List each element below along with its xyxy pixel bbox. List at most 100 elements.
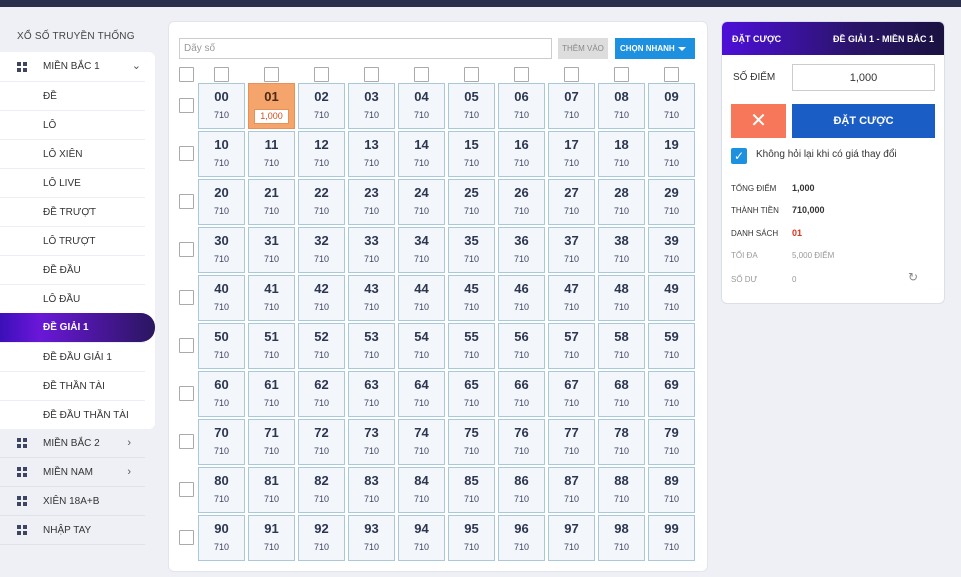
column-checkbox[interactable] [664,67,679,82]
number-cell[interactable]: 67 710 [548,371,595,417]
number-cell[interactable]: 35 710 [448,227,495,273]
sidebar-item[interactable]: LÔ [0,110,145,139]
sidebar-item[interactable]: ĐỀ ĐẦU [0,255,145,284]
number-cell[interactable]: 85 710 [448,467,495,513]
number-cell[interactable]: 03 710 [348,83,395,129]
number-cell[interactable]: 24 710 [398,179,445,225]
number-cell[interactable]: 65 710 [448,371,495,417]
number-cell[interactable]: 39 710 [648,227,695,273]
column-checkbox[interactable] [564,67,579,82]
refresh-icon[interactable]: ↻ [908,270,918,284]
cancel-button[interactable]: ✕ [731,104,786,138]
number-cell[interactable]: 96 710 [498,515,545,561]
number-cell[interactable]: 30 710 [198,227,245,273]
number-cell[interactable]: 98 710 [598,515,645,561]
sidebar-item[interactable]: LÔ LIVE [0,168,145,197]
number-cell[interactable]: 92 710 [298,515,345,561]
number-cell[interactable]: 33 710 [348,227,395,273]
number-cell[interactable]: 88 710 [598,467,645,513]
number-cell[interactable]: 23 710 [348,179,395,225]
number-cell[interactable]: 47 710 [548,275,595,321]
sidebar-item[interactable]: ĐỀ ĐẦU GIẢI 1 [0,342,145,371]
number-cell[interactable]: 27 710 [548,179,595,225]
row-checkbox[interactable] [179,98,194,113]
sidebar-category[interactable]: MIỀN BẮC 2 › [0,429,145,458]
number-cell[interactable]: 01 1,000 [248,83,295,129]
number-cell[interactable]: 26 710 [498,179,545,225]
number-cell[interactable]: 28 710 [598,179,645,225]
so-diem-input[interactable] [792,64,935,91]
number-cell[interactable]: 80 710 [198,467,245,513]
number-cell[interactable]: 95 710 [448,515,495,561]
number-cell[interactable]: 04 710 [398,83,445,129]
number-cell[interactable]: 02 710 [298,83,345,129]
number-cell[interactable]: 42 710 [298,275,345,321]
sidebar-category-mien-bac-1[interactable]: MIỀN BẮC 1 ⌄ [0,52,155,81]
number-cell[interactable]: 94 710 [398,515,445,561]
number-cell[interactable]: 10 710 [198,131,245,177]
number-cell[interactable]: 07 710 [548,83,595,129]
sidebar-item[interactable]: LÔ TRƯỢT [0,226,145,255]
number-cell[interactable]: 43 710 [348,275,395,321]
number-cell[interactable]: 16 710 [498,131,545,177]
number-cell[interactable]: 38 710 [598,227,645,273]
number-cell[interactable]: 78 710 [598,419,645,465]
number-cell[interactable]: 76 710 [498,419,545,465]
number-cell[interactable]: 57 710 [548,323,595,369]
sidebar-item[interactable]: ĐỀ ĐẦU THẦN TÀI [0,400,145,429]
number-cell[interactable]: 79 710 [648,419,695,465]
dat-cuoc-button[interactable]: ĐẶT CƯỢC [792,104,935,138]
number-cell[interactable]: 25 710 [448,179,495,225]
sidebar-category[interactable]: NHẬP TAY [0,516,145,545]
number-cell[interactable]: 09 710 [648,83,695,129]
number-cell[interactable]: 55 710 [448,323,495,369]
row-checkbox[interactable] [179,146,194,161]
sidebar-item[interactable]: ĐỀ [0,81,145,110]
row-checkbox[interactable] [179,482,194,497]
number-cell[interactable]: 18 710 [598,131,645,177]
number-cell[interactable]: 41 710 [248,275,295,321]
number-cell[interactable]: 13 710 [348,131,395,177]
number-cell[interactable]: 08 710 [598,83,645,129]
number-cell[interactable]: 05 710 [448,83,495,129]
number-cell[interactable]: 73 710 [348,419,395,465]
number-cell[interactable]: 22 710 [298,179,345,225]
number-cell[interactable]: 49 710 [648,275,695,321]
number-cell[interactable]: 93 710 [348,515,395,561]
sidebar-category[interactable]: MIỀN NAM › [0,458,145,487]
number-cell[interactable]: 72 710 [298,419,345,465]
number-cell[interactable]: 63 710 [348,371,395,417]
number-cell[interactable]: 66 710 [498,371,545,417]
column-checkbox[interactable] [364,67,379,82]
number-cell[interactable]: 52 710 [298,323,345,369]
number-cell[interactable]: 36 710 [498,227,545,273]
number-cell[interactable]: 56 710 [498,323,545,369]
number-cell[interactable]: 50 710 [198,323,245,369]
number-cell[interactable]: 58 710 [598,323,645,369]
number-cell[interactable]: 12 710 [298,131,345,177]
sidebar-item[interactable]: ĐỀ THẦN TÀI [0,371,145,400]
number-cell[interactable]: 32 710 [298,227,345,273]
number-cell[interactable]: 75 710 [448,419,495,465]
day-so-input[interactable] [179,38,552,59]
row-checkbox[interactable] [179,434,194,449]
row-checkbox[interactable] [179,242,194,257]
sidebar-item[interactable]: LÔ ĐẦU [0,284,145,313]
number-cell[interactable]: 89 710 [648,467,695,513]
number-cell[interactable]: 74 710 [398,419,445,465]
chon-nhanh-button[interactable]: CHỌN NHANH [615,38,695,59]
number-cell[interactable]: 81 710 [248,467,295,513]
number-cell[interactable]: 87 710 [548,467,595,513]
number-cell[interactable]: 71 710 [248,419,295,465]
them-vao-button[interactable]: THÊM VÀO [558,38,608,59]
number-cell[interactable]: 29 710 [648,179,695,225]
select-all-checkbox[interactable] [179,67,194,82]
number-cell[interactable]: 20 710 [198,179,245,225]
number-cell[interactable]: 64 710 [398,371,445,417]
number-cell[interactable]: 15 710 [448,131,495,177]
number-cell[interactable]: 62 710 [298,371,345,417]
row-checkbox[interactable] [179,290,194,305]
number-cell[interactable]: 82 710 [298,467,345,513]
sidebar-category[interactable]: XIÊN 18A+B [0,487,145,516]
number-cell[interactable]: 83 710 [348,467,395,513]
